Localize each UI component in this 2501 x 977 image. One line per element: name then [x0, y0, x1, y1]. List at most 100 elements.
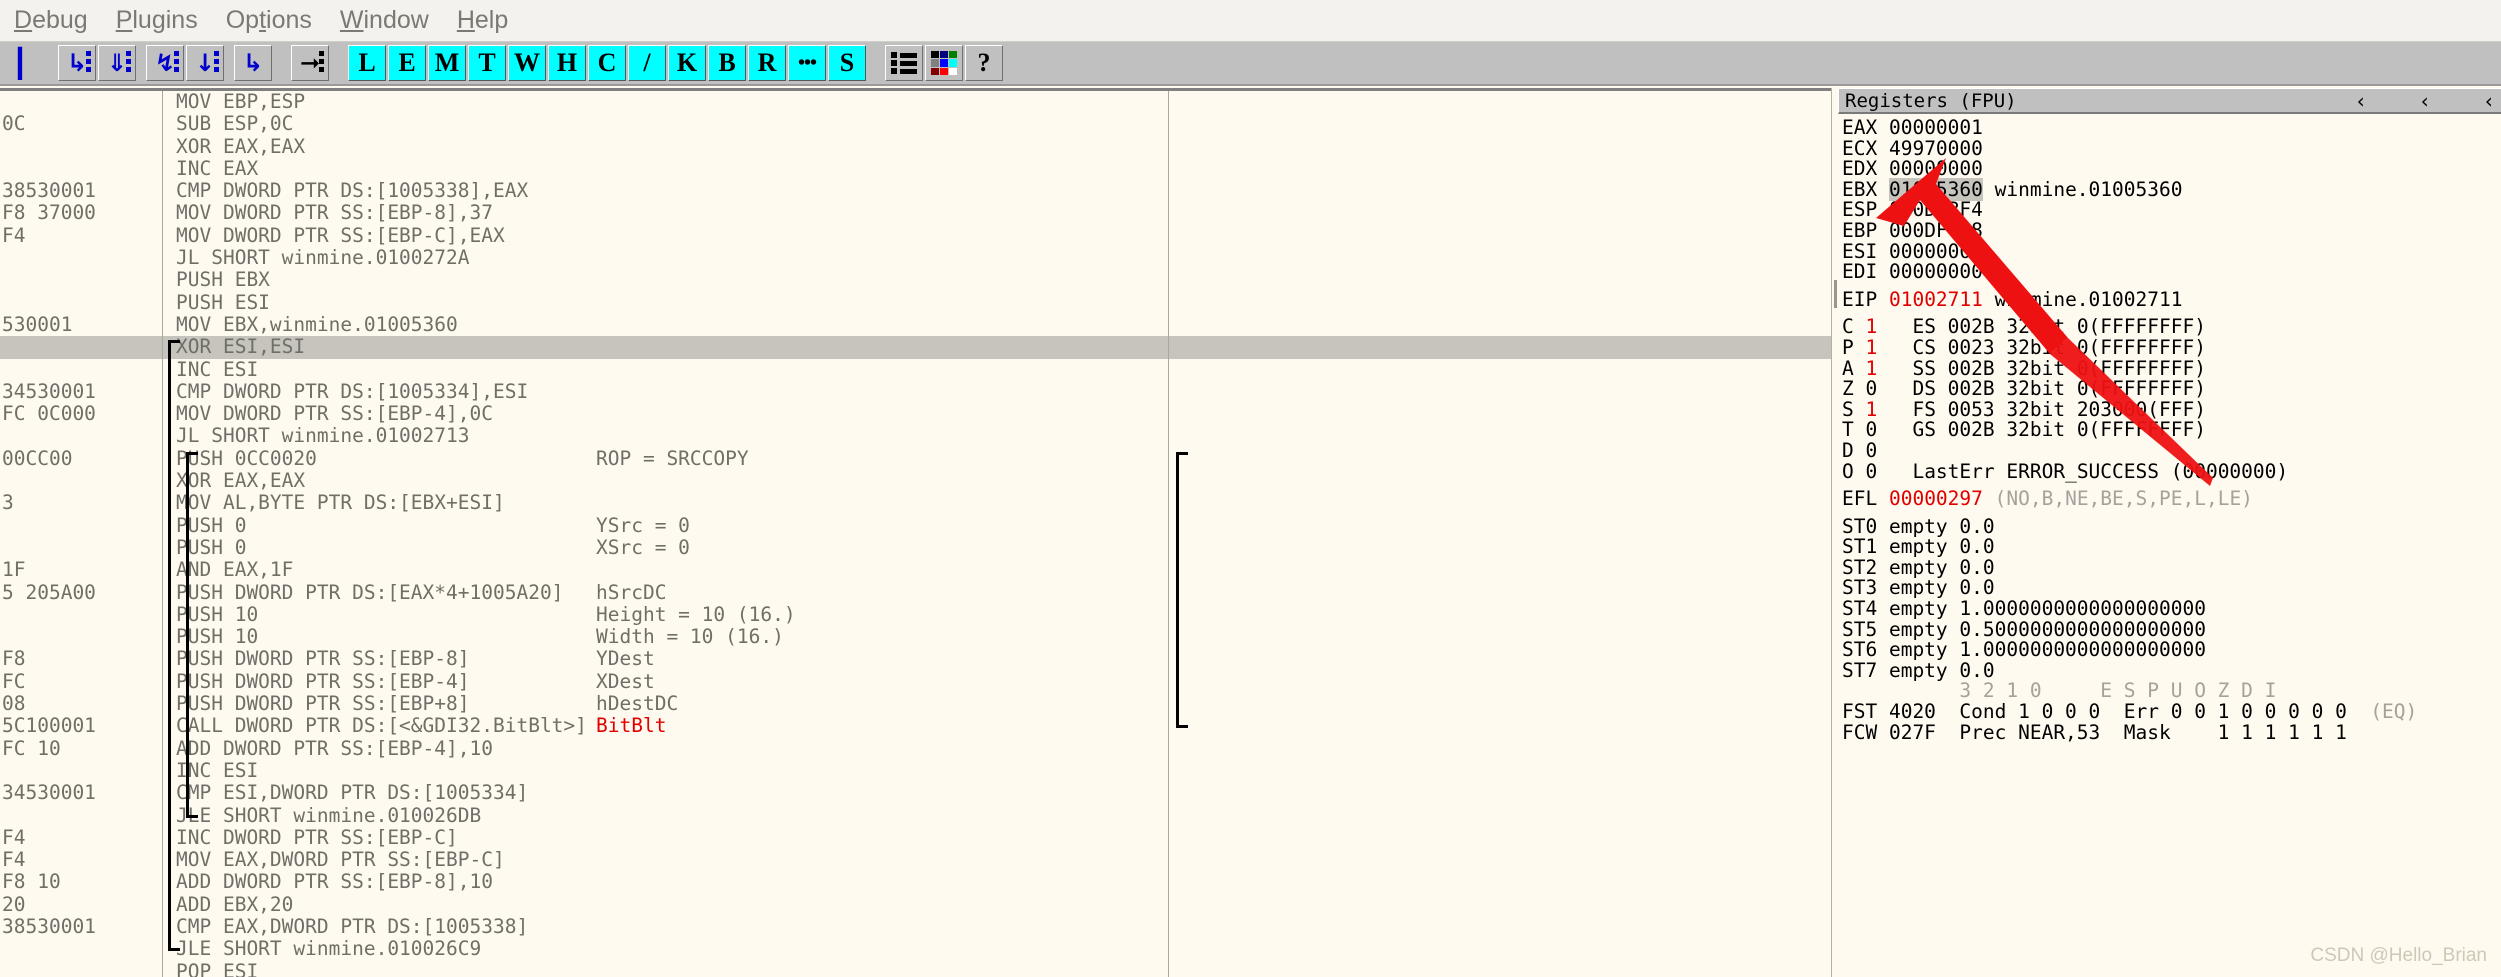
threads-button[interactable]: T	[468, 45, 506, 81]
chevron-left-icon-1[interactable]: ‹	[2355, 89, 2367, 113]
execute-till-return-button[interactable]: ↳	[234, 45, 272, 81]
restart-button[interactable]: ↳	[58, 45, 96, 81]
fpu-bits-header[interactable]: 3 2 1 0 E S P U O Z D I	[1842, 681, 2501, 702]
flag-row-z[interactable]: Z 0 DS 002B 32bit 0(FFFFFFFF)	[1842, 378, 2501, 400]
disassembly-row[interactable]: JLE SHORT winmine.010026DB	[0, 804, 1831, 827]
register-row-edx[interactable]: EDX 00000000	[1842, 158, 2501, 180]
flag-row-o[interactable]: O 0 LastErr ERROR_SUCCESS (00000000)	[1842, 461, 2501, 483]
fpu-row-st0[interactable]: ST0 empty 0.0	[1842, 516, 2501, 538]
fpu-row-st5[interactable]: ST5 empty 0.5000000000000000000	[1842, 619, 2501, 641]
cpu-disassembly-pane[interactable]: MOV EBP,ESP 0C SUB ESP,0C XOR EAX,EAX INC EA…	[0, 88, 1831, 977]
chevron-left-icon-3[interactable]: ‹	[2483, 89, 2495, 113]
log-window-button[interactable]: L	[348, 45, 386, 81]
disassembly-row[interactable]: MOV EBP,ESP	[0, 91, 1831, 113]
disassembly-row[interactable]: 0C SUB ESP,0C	[0, 112, 1831, 135]
disassembly-row[interactable]: INC ESI	[0, 759, 1831, 782]
disassembly-row[interactable]: JL SHORT winmine.01002713	[0, 425, 1831, 448]
disassembly-row[interactable]: INC ESI	[0, 358, 1831, 381]
run-trace-button[interactable]: •••	[788, 45, 826, 81]
disassembly-row[interactable]: PUSH 0 XSrc = 0	[0, 536, 1831, 559]
disassembly-row[interactable]: F8 10 ADD DWORD PTR SS:[EBP-8],10	[0, 871, 1831, 894]
disassembly-row[interactable]: 5C100001 CALL DWORD PTR DS:[<&GDI32.BitBl…	[0, 715, 1831, 738]
animate-into-button[interactable]: ↓	[186, 45, 224, 81]
disassembly-row[interactable]: F8 37000 MOV DWORD PTR SS:[EBP-8],37	[0, 202, 1831, 225]
chevron-left-icon-2[interactable]: ‹	[2419, 89, 2431, 113]
disassembly-row[interactable]: F4 INC DWORD PTR SS:[EBP-C]	[0, 826, 1831, 849]
disassembly-row[interactable]: 38530001 CMP EAX,DWORD PTR DS:[1005338]	[0, 915, 1831, 938]
breakpoints-button[interactable]: B	[708, 45, 746, 81]
step-into-button[interactable]: ⇓	[98, 45, 136, 81]
flag-row-t[interactable]: T 0 GS 002B 32bit 0(FFFFFFFF)	[1842, 420, 2501, 441]
registers-pane[interactable]: Registers (FPU) ‹ ‹ ‹ EAX 00000001 ECX 49…	[1838, 88, 2501, 977]
executable-modules-button[interactable]: E	[388, 45, 426, 81]
disassembly-row[interactable]: F4 MOV EAX,DWORD PTR SS:[EBP-C]	[0, 848, 1831, 871]
options-list-button[interactable]	[885, 45, 923, 81]
flag-row-d[interactable]: D 0	[1842, 440, 2501, 462]
disassembly-row[interactable]: F4 MOV DWORD PTR SS:[EBP-C],EAX	[0, 224, 1831, 247]
register-row-ebp[interactable]: EBP 000DFC08	[1842, 220, 2501, 242]
register-row-eip[interactable]: EIP 01002711 winmine.01002711	[1842, 289, 2501, 311]
flag-row-a[interactable]: A 1 SS 002B 32bit 0(FFFFFFFF)	[1842, 358, 2501, 380]
flag-row-p[interactable]: P 1 CS 0023 32bit 0(FFFFFFFF)	[1842, 337, 2501, 359]
register-row-ecx[interactable]: ECX 49970000	[1842, 138, 2501, 160]
register-row-esp[interactable]: ESP 000DFBF4	[1842, 200, 2501, 221]
disassembly-row[interactable]: XOR ESI,ESI	[0, 335, 1831, 359]
windows-button[interactable]: W	[508, 45, 546, 81]
disassembly-row[interactable]: 5 205A00 PUSH DWORD PTR DS:[EAX*4+1005A20…	[0, 581, 1831, 604]
memory-map-button[interactable]: M	[428, 45, 466, 81]
flag-row-c[interactable]: C 1 ES 002B 32bit 0(FFFFFFFF)	[1842, 317, 2501, 338]
disassembly-row[interactable]: 00CC00 PUSH 0CC0020 ROP = SRCCOPY	[0, 447, 1831, 470]
help-button[interactable]: ?	[965, 45, 1003, 81]
fpu-row-st2[interactable]: ST2 empty 0.0	[1842, 557, 2501, 579]
disassembly-row[interactable]: F8 PUSH DWORD PTR SS:[EBP-8] YDest	[0, 648, 1831, 671]
cpu-window-button[interactable]: C	[588, 45, 626, 81]
register-row-esi[interactable]: ESI 00000003	[1842, 241, 2501, 263]
menu-help[interactable]: Help	[443, 6, 522, 35]
disassembly-row[interactable]: PUSH ESI	[0, 291, 1831, 314]
fpu-row-st4[interactable]: ST4 empty 1.0000000000000000000	[1842, 598, 2501, 620]
disassembly-row[interactable]: FC PUSH DWORD PTR SS:[EBP-4] XDest	[0, 670, 1831, 693]
disassembly-row[interactable]: 3 MOV AL,BYTE PTR DS:[EBX+ESI]	[0, 492, 1831, 515]
source-button[interactable]: S	[828, 45, 866, 81]
disassembly-row[interactable]: INC EAX	[0, 157, 1831, 180]
register-row-efl[interactable]: EFL 00000297 (NO,B,NE,BE,S,PE,L,LE)	[1842, 488, 2501, 510]
call-stack-button[interactable]: K	[668, 45, 706, 81]
disassembly-row[interactable]: PUSH 10 Width = 10 (16.)	[0, 625, 1831, 648]
trace-over-button[interactable]: ➞	[291, 45, 329, 81]
flag-row-s[interactable]: S 1 FS 0053 32bit 203000(FFF)	[1842, 399, 2501, 421]
step-over-button[interactable]: ↯	[146, 45, 184, 81]
handles-button[interactable]: H	[548, 45, 586, 81]
disassembly-row[interactable]: JLE SHORT winmine.010026C9	[0, 937, 1831, 960]
disassembly-row[interactable]: PUSH 0 YSrc = 0	[0, 514, 1831, 537]
menu-plugins[interactable]: Plugins	[102, 6, 212, 35]
register-row-ebx[interactable]: EBX 01005360 winmine.01005360	[1842, 177, 2501, 201]
disassembly-row[interactable]: XOR EAX,EAX	[0, 469, 1831, 492]
disassembly-row[interactable]: 1F AND EAX,1F	[0, 558, 1831, 581]
disassembly-row[interactable]: JL SHORT winmine.0100272A	[0, 246, 1831, 269]
disassembly-row[interactable]: 530001 MOV EBX,winmine.01005360	[0, 313, 1831, 336]
disassembly-row[interactable]: 38530001 CMP DWORD PTR DS:[1005338],EAX	[0, 179, 1831, 202]
disassembly-row[interactable]: PUSH EBX	[0, 269, 1831, 292]
registers-content[interactable]: EAX 00000001 ECX 49970000 EDX 00000000 EBX …	[1838, 114, 2501, 743]
disassembly-row[interactable]: 34530001 CMP DWORD PTR DS:[1005334],ESI	[0, 380, 1831, 403]
fst-row[interactable]: FST 4020 Cond 1 0 0 0 Err 0 0 1 0 0 0 0 …	[1842, 701, 2501, 723]
disassembly-row[interactable]: FC 0C000 MOV DWORD PTR SS:[EBP-4],0C	[0, 402, 1831, 425]
disassembly-row[interactable]: PUSH 10 Height = 10 (16.)	[0, 603, 1831, 626]
references-button[interactable]: R	[748, 45, 786, 81]
disassembly-row[interactable]: XOR EAX,EAX	[0, 135, 1831, 158]
disassembly-row[interactable]: 34530001 CMP ESI,DWORD PTR DS:[1005334]	[0, 781, 1831, 804]
appearance-palette-button[interactable]	[925, 45, 963, 81]
fpu-row-st1[interactable]: ST1 empty 0.0	[1842, 536, 2501, 558]
fpu-row-st6[interactable]: ST6 empty 1.0000000000000000000	[1842, 639, 2501, 661]
disassembly-row[interactable]: POP ESI	[0, 960, 1831, 977]
disassembly-row[interactable]: 08 PUSH DWORD PTR SS:[EBP+8] hDestDC	[0, 692, 1831, 715]
menu-options[interactable]: Options	[212, 6, 326, 35]
disassembly-row[interactable]: FC 10 ADD DWORD PTR SS:[EBP-4],10	[0, 737, 1831, 760]
open-button[interactable]: ┃	[1, 45, 39, 81]
register-row-eax[interactable]: EAX 00000001	[1842, 117, 2501, 139]
patches-button[interactable]: /	[628, 45, 666, 81]
splitter-thumb[interactable]	[1834, 280, 1837, 308]
menu-debug[interactable]: Debug	[0, 6, 102, 35]
fcw-row[interactable]: FCW 027F Prec NEAR,53 Mask 1 1 1 1 1 1	[1842, 722, 2501, 744]
disassembly-list[interactable]: MOV EBP,ESP 0C SUB ESP,0C XOR EAX,EAX INC EA…	[0, 91, 1831, 977]
